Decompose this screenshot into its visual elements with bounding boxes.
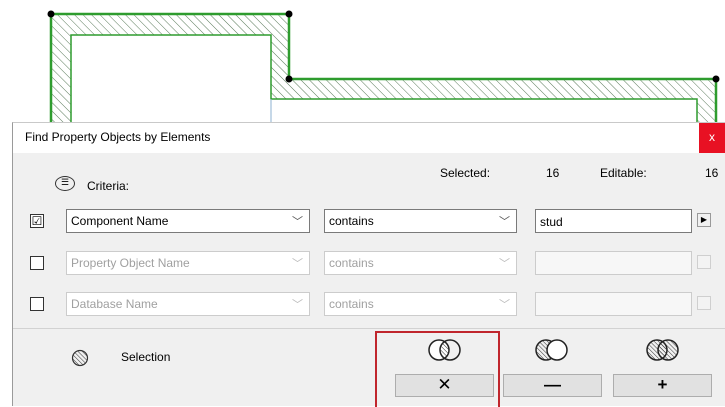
row-3-field-value: Database Name bbox=[71, 297, 158, 311]
selected-count: 16 bbox=[546, 166, 560, 180]
close-button[interactable]: x bbox=[699, 123, 725, 153]
row-3-field-select[interactable]: Database Name ﹀ bbox=[66, 292, 310, 316]
dialog-title: Find Property Objects by Elements bbox=[25, 130, 211, 144]
row-1-operator-select[interactable]: contains ﹀ bbox=[324, 209, 517, 233]
row-1-field-select[interactable]: Component Name ﹀ bbox=[66, 209, 310, 233]
wall-node[interactable] bbox=[285, 10, 293, 18]
subtract-icon bbox=[535, 339, 568, 361]
editable-label: Editable: bbox=[600, 166, 647, 180]
chevron-down-icon: ﹀ bbox=[499, 258, 510, 270]
chevron-down-icon: ﹀ bbox=[292, 216, 303, 228]
chevron-down-icon: ﹀ bbox=[292, 258, 303, 270]
chevron-down-icon: ﹀ bbox=[499, 299, 510, 311]
row-3-operator-value: contains bbox=[329, 297, 374, 311]
dialog-titlebar[interactable]: Find Property Objects by Elements x bbox=[13, 123, 725, 153]
criteria-icon: ☰ bbox=[55, 176, 75, 191]
row-1-value-input[interactable]: stud bbox=[535, 209, 692, 233]
row-1-operator-value: contains bbox=[329, 214, 374, 228]
chevron-down-icon: ﹀ bbox=[292, 299, 303, 311]
row-1-value-text: stud bbox=[540, 215, 563, 229]
row-2-checkbox[interactable] bbox=[30, 256, 44, 270]
criteria-label: Criteria: bbox=[87, 179, 130, 193]
selected-label: Selected: bbox=[440, 166, 491, 180]
selection-icon bbox=[71, 349, 89, 367]
wall-node[interactable] bbox=[285, 75, 293, 83]
row-2-option-box[interactable] bbox=[697, 255, 711, 269]
footer-separator bbox=[13, 328, 725, 329]
row-2-value-input[interactable] bbox=[535, 251, 692, 275]
wall-hatch bbox=[51, 14, 716, 125]
arrow-right-icon[interactable]: ▶ bbox=[697, 213, 711, 227]
row-2-operator-select[interactable]: contains ﹀ bbox=[324, 251, 517, 275]
editable-count: 16 bbox=[705, 166, 719, 180]
selection-label: Selection bbox=[121, 350, 171, 364]
wall-node[interactable] bbox=[47, 10, 55, 18]
row-3-option-box[interactable] bbox=[697, 296, 711, 310]
highlight-box bbox=[375, 331, 500, 407]
row-2-field-value: Property Object Name bbox=[71, 256, 190, 270]
subtract-button[interactable]: — bbox=[503, 374, 602, 397]
find-property-objects-dialog: Find Property Objects by Elements x Sele… bbox=[12, 122, 725, 407]
row-3-operator-select[interactable]: contains ﹀ bbox=[324, 292, 517, 316]
row-3-checkbox[interactable] bbox=[30, 297, 44, 311]
add-button[interactable]: + bbox=[613, 374, 712, 397]
row-1-checkbox[interactable]: ☑ bbox=[30, 214, 44, 228]
chevron-down-icon: ﹀ bbox=[499, 216, 510, 228]
row-1-field-value: Component Name bbox=[71, 214, 169, 228]
row-2-field-select[interactable]: Property Object Name ﹀ bbox=[66, 251, 310, 275]
union-icon bbox=[646, 339, 679, 361]
row-3-value-input[interactable] bbox=[535, 292, 692, 316]
wall-node[interactable] bbox=[712, 75, 720, 83]
row-2-operator-value: contains bbox=[329, 256, 374, 270]
